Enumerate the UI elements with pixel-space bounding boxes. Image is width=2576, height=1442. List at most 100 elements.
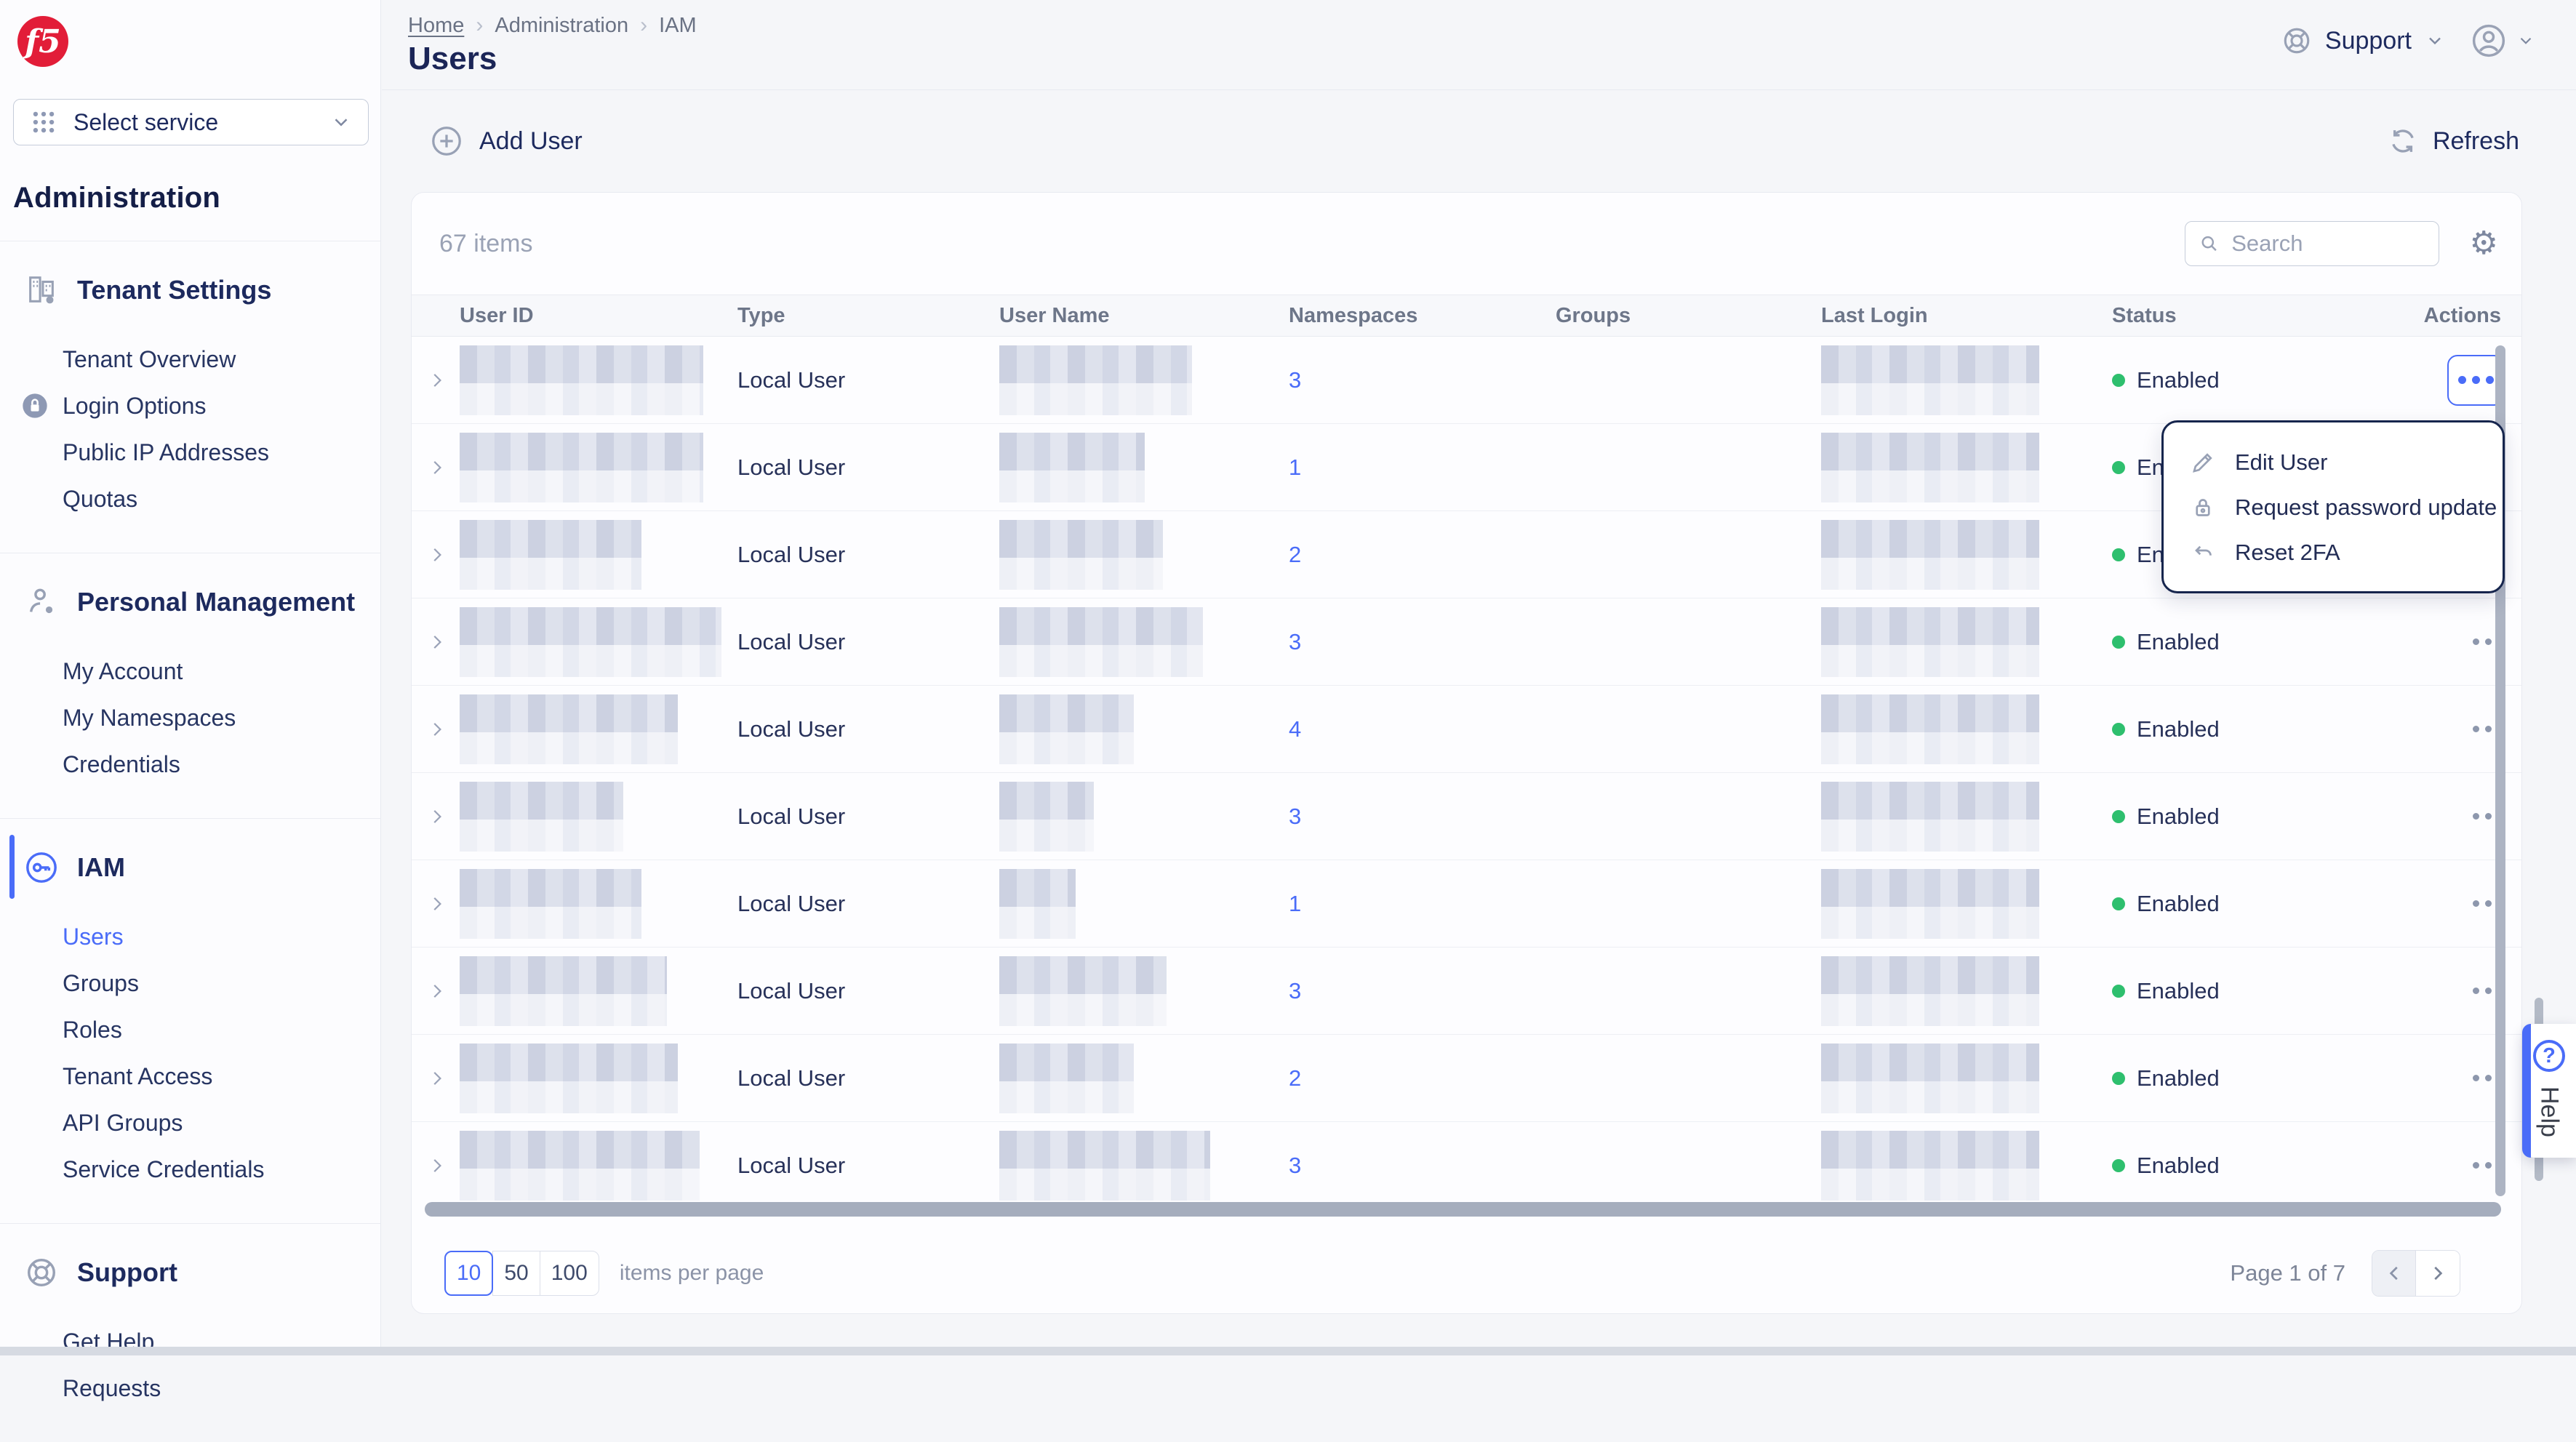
- add-user-button[interactable]: Add User: [430, 124, 583, 158]
- col-last-login: Last Login: [1821, 304, 2112, 328]
- status-label: Enabled: [2137, 1153, 2220, 1179]
- section-label: Support: [77, 1257, 177, 1288]
- sidebar-item-personal-management[interactable]: Personal Management: [0, 578, 380, 626]
- users-table-card: 67 items ⚙ User ID Type User Name Namesp…: [411, 192, 2522, 1314]
- sidebar-item-api-groups[interactable]: API Groups: [0, 1099, 380, 1146]
- col-actions: Actions: [2417, 304, 2521, 328]
- namespaces-link[interactable]: 3: [1289, 367, 1301, 393]
- sidebar-item-login-options[interactable]: Login Options: [0, 382, 380, 429]
- namespaces-link[interactable]: 4: [1289, 716, 1301, 742]
- sidebar-item-my-namespaces[interactable]: My Namespaces: [0, 694, 380, 741]
- row-expand-icon[interactable]: [426, 369, 448, 391]
- status-badge: Enabled: [2112, 629, 2417, 655]
- support-menu[interactable]: Support: [2281, 25, 2445, 56]
- status-label: Enabled: [2137, 1065, 2220, 1091]
- status-badge: Enabled: [2112, 978, 2417, 1004]
- namespaces-link[interactable]: 2: [1289, 1065, 1301, 1091]
- namespaces-link[interactable]: 1: [1289, 454, 1301, 480]
- status-badge: Enabled: [2112, 1065, 2417, 1091]
- menu-item-label: Request password update: [2235, 494, 2497, 521]
- sidebar-item-my-account[interactable]: My Account: [0, 648, 380, 694]
- status-badge: Enabled: [2112, 716, 2417, 742]
- help-tab[interactable]: ? Help: [2522, 1024, 2576, 1158]
- status-dot: [2112, 1159, 2125, 1172]
- service-selector[interactable]: Select service: [13, 99, 369, 145]
- sidebar-heading: Administration: [13, 182, 380, 215]
- key-icon: [25, 851, 58, 884]
- sidebar-item-users[interactable]: Users: [0, 913, 380, 960]
- sidebar-item-iam[interactable]: IAM: [0, 844, 380, 892]
- row-expand-icon[interactable]: [426, 980, 448, 1002]
- namespaces-link[interactable]: 3: [1289, 804, 1301, 829]
- page-size-10[interactable]: 10: [444, 1251, 493, 1296]
- breadcrumb-iam: IAM: [659, 14, 697, 38]
- help-label: Help: [2535, 1086, 2564, 1137]
- prev-page-button[interactable]: [2372, 1251, 2416, 1296]
- namespaces-link[interactable]: 1: [1289, 891, 1301, 916]
- item-label: My Account: [63, 658, 183, 685]
- namespaces-link[interactable]: 3: [1289, 1153, 1301, 1178]
- table-row[interactable]: Local User 3 Enabled: [412, 773, 2521, 860]
- search-input[interactable]: [2230, 230, 2425, 257]
- row-expand-icon[interactable]: [426, 1068, 448, 1089]
- refresh-button[interactable]: Refresh: [2388, 126, 2519, 156]
- reset-arrow-icon: [2190, 540, 2216, 566]
- support-label: Support: [2325, 27, 2412, 55]
- sidebar-item-support[interactable]: Support: [0, 1249, 380, 1297]
- table-row[interactable]: Local User 3 Enabled: [412, 948, 2521, 1035]
- last-login-redacted: [1821, 1131, 2112, 1201]
- row-expand-icon[interactable]: [426, 1155, 448, 1177]
- menu-item-reset-2fa[interactable]: Reset 2FA: [2164, 530, 2503, 575]
- menu-item-edit-user[interactable]: Edit User: [2164, 440, 2503, 485]
- table-row[interactable]: Local User 1 Enabled: [412, 860, 2521, 948]
- sidebar-item-roles[interactable]: Roles: [0, 1006, 380, 1053]
- page-size-50[interactable]: 50: [492, 1251, 540, 1296]
- section-label: IAM: [77, 852, 125, 883]
- table-row[interactable]: Local User 3 Enabled: [412, 598, 2521, 686]
- items-count: 67 items: [439, 193, 533, 295]
- row-expand-icon[interactable]: [426, 806, 448, 828]
- service-selector-label: Select service: [73, 109, 314, 136]
- status-dot: [2112, 1072, 2125, 1085]
- sidebar-item-tenant-overview[interactable]: Tenant Overview: [0, 336, 380, 382]
- row-expand-icon[interactable]: [426, 893, 448, 915]
- col-type: Type: [737, 304, 999, 328]
- sidebar-item-tenant-access[interactable]: Tenant Access: [0, 1053, 380, 1099]
- next-page-button[interactable]: [2416, 1251, 2460, 1296]
- sidebar-item-requests[interactable]: Requests: [0, 1365, 380, 1411]
- status-badge: Enabled: [2112, 804, 2417, 830]
- item-label: Roles: [63, 1017, 122, 1044]
- status-dot: [2112, 548, 2125, 561]
- namespaces-link[interactable]: 2: [1289, 542, 1301, 567]
- status-label: Enabled: [2137, 891, 2220, 917]
- sidebar-item-groups[interactable]: Groups: [0, 960, 380, 1006]
- sidebar-item-tenant-settings[interactable]: Tenant Settings: [0, 266, 380, 314]
- sidebar-item-public-ip-addresses[interactable]: Public IP Addresses: [0, 429, 380, 476]
- namespaces-link[interactable]: 3: [1289, 978, 1301, 1004]
- row-expand-icon[interactable]: [426, 544, 448, 566]
- user-type: Local User: [737, 454, 999, 481]
- page-size-100[interactable]: 100: [540, 1251, 599, 1296]
- table-row[interactable]: Local User 3 Enabled: [412, 1122, 2521, 1203]
- table-row[interactable]: Local User 2 Enabled: [412, 1035, 2521, 1122]
- sidebar: f5 Select service Administration Tenant …: [0, 0, 381, 1355]
- table-row[interactable]: Local User 4 Enabled: [412, 686, 2521, 773]
- namespaces-link[interactable]: 3: [1289, 629, 1301, 654]
- account-menu[interactable]: [2470, 22, 2535, 60]
- page-title: Users: [408, 41, 497, 77]
- item-label: Service Credentials: [63, 1156, 264, 1183]
- gear-icon[interactable]: ⚙: [2470, 228, 2498, 260]
- sidebar-item-get-help[interactable]: Get Help: [0, 1318, 380, 1365]
- lifebuoy-icon: [2281, 25, 2312, 56]
- menu-item-request-password-update[interactable]: Request password update: [2164, 485, 2503, 530]
- sidebar-item-credentials[interactable]: Credentials: [0, 741, 380, 788]
- sidebar-item-quotas[interactable]: Quotas: [0, 476, 380, 522]
- table-row[interactable]: Local User 3 Enabled: [412, 337, 2521, 424]
- breadcrumb-home-link[interactable]: Home: [408, 14, 464, 38]
- row-expand-icon[interactable]: [426, 457, 448, 478]
- row-expand-icon[interactable]: [426, 631, 448, 653]
- sidebar-item-service-credentials[interactable]: Service Credentials: [0, 1146, 380, 1193]
- horizontal-scrollbar[interactable]: [425, 1202, 2501, 1217]
- row-expand-icon[interactable]: [426, 718, 448, 740]
- sidebar-section-tenant-settings: Tenant Settings Tenant Overview Login Op…: [0, 241, 380, 553]
